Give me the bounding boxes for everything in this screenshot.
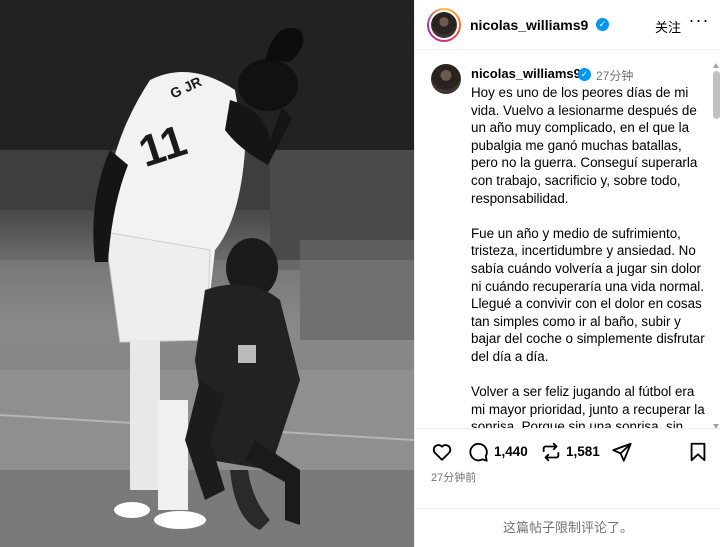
caption-paragraph: Hoy es uno de los peores días de mi vida… xyxy=(471,85,698,206)
post-detail-panel: nicolas_williams9 ✓ 关注 ··· nicolas_willi… xyxy=(414,0,720,547)
comments-disabled-notice: 这篇帖子限制评论了。 xyxy=(415,508,720,547)
post-photo[interactable]: 11 G JR xyxy=(0,0,414,547)
bookmark-icon[interactable] xyxy=(687,441,709,463)
scroll-thumb[interactable] xyxy=(713,71,720,119)
caption-verified-icon: ✓ xyxy=(578,68,591,81)
caption-username[interactable]: nicolas_williams9 xyxy=(471,66,581,81)
more-icon[interactable]: ··· xyxy=(687,10,711,34)
post-time-ago: 27分钟前 xyxy=(431,472,477,484)
post-header: nicolas_williams9 ✓ 关注 ··· xyxy=(415,0,720,50)
repost-count: 1,581 xyxy=(566,444,600,459)
post-actions: 1,440 1,581 27分钟前 xyxy=(415,428,720,508)
heart-icon[interactable] xyxy=(431,441,453,463)
caption-paragraph: Fue un año y medio de sufrimiento, trist… xyxy=(471,225,705,364)
author-avatar[interactable] xyxy=(427,8,461,42)
share-icon[interactable] xyxy=(611,441,633,463)
author-username[interactable]: nicolas_williams9 xyxy=(470,17,588,33)
caption-paragraph: Volver a ser feliz jugando al fútbol era… xyxy=(471,384,705,428)
caption-avatar[interactable] xyxy=(431,64,461,94)
follow-button[interactable]: 关注 xyxy=(655,17,681,36)
verified-icon: ✓ xyxy=(596,18,609,31)
like-count: 1,440 xyxy=(494,444,528,459)
photo-illustration: 11 G JR xyxy=(0,0,414,547)
caption-scrollbar[interactable] xyxy=(712,61,720,431)
caption-time: 27分钟 xyxy=(596,69,634,83)
comment-icon[interactable] xyxy=(467,441,489,463)
caption-area: nicolas_williams9 ✓ 27分钟 Hoy es uno de l… xyxy=(415,51,720,428)
caption-text: Hoy es uno de los peores días de mi vida… xyxy=(471,84,709,428)
scroll-up-icon[interactable] xyxy=(713,63,719,68)
repost-icon[interactable] xyxy=(540,441,562,463)
